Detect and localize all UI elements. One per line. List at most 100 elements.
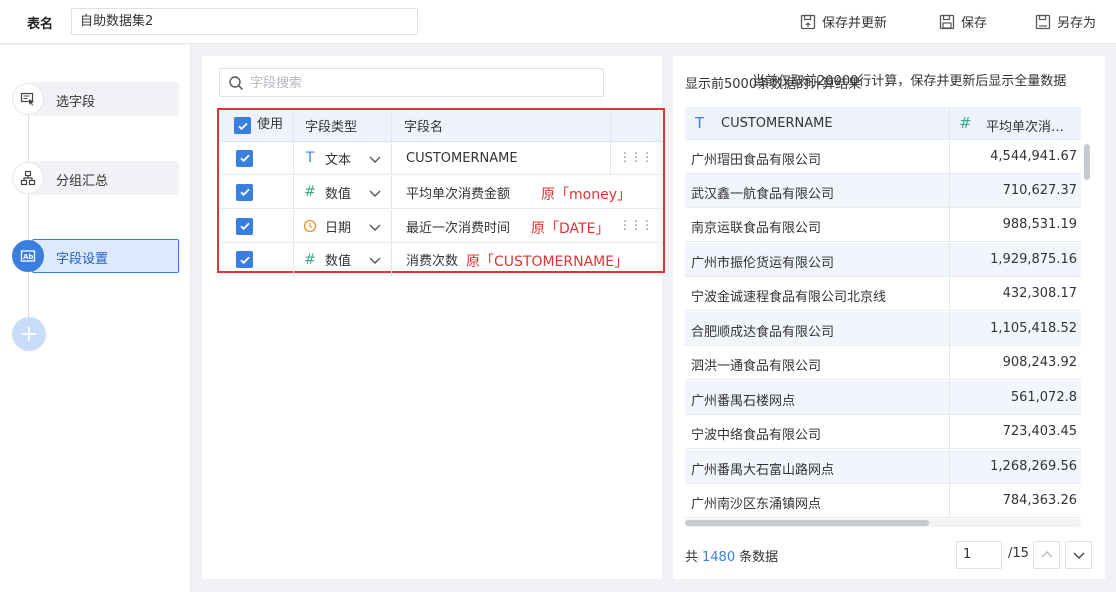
- field-row: # 数值 消费次数 原「CUSTOMERNAME」: [221, 243, 663, 276]
- field-row: 日期 最近一次消费时间 原「DATE」 ⋮⋮⋮: [221, 210, 663, 243]
- add-step-button[interactable]: +: [12, 317, 46, 351]
- preview-title: 显示前5000条数据的计算结果 当前仅取前20000行计算，保存并更新后显示全量…: [685, 70, 1095, 92]
- type-select[interactable]: # 数值: [303, 176, 351, 208]
- save-and-update-label: 保存并更新: [822, 16, 888, 31]
- table-row: 广州南沙区东涌镇网点 784,363.26: [685, 484, 1081, 518]
- type-label: 数值: [325, 254, 352, 269]
- check-icon: [239, 154, 250, 163]
- type-select[interactable]: # 数值: [303, 243, 351, 276]
- value-cell: 908,243.92: [1002, 355, 1077, 370]
- check-icon: [239, 188, 250, 197]
- customer-name-cell: 广州瑁田食品有限公司: [691, 153, 822, 168]
- step-field-settings[interactable]: Ab 字段设置: [12, 239, 179, 273]
- value-cell: 1,268,269.56: [990, 459, 1077, 474]
- type-select[interactable]: 日期: [303, 210, 351, 242]
- table-name-label: 表名: [27, 17, 54, 32]
- record-count-prefix: 共: [685, 550, 699, 565]
- select-field-icon: [12, 83, 44, 115]
- table-name-input[interactable]: 自助数据集2: [71, 8, 418, 35]
- field-name-input[interactable]: 平均单次消费金额: [406, 183, 510, 202]
- svg-text:Ab: Ab: [23, 253, 33, 261]
- field-table-header: 使用 字段类型 字段名: [221, 110, 663, 142]
- use-checkbox[interactable]: [236, 217, 253, 235]
- type-label: 文本: [325, 152, 352, 168]
- vertical-scrollbar[interactable]: [1084, 144, 1090, 180]
- customer-name-cell: 泗洪一通食品有限公司: [691, 359, 822, 374]
- field-name-input[interactable]: 最近一次消费时间: [406, 217, 510, 236]
- use-checkbox[interactable]: [236, 183, 253, 201]
- value-cell: 1,105,418.52: [990, 321, 1077, 336]
- top-header: 表名 自助数据集2 保存并更新 保存 另存为: [0, 0, 1116, 44]
- value-cell: 988,531.19: [1002, 217, 1077, 232]
- type-label: 数值: [325, 186, 352, 202]
- page-number-input[interactable]: 1: [956, 541, 1002, 569]
- save-button[interactable]: 保存: [939, 12, 987, 31]
- field-settings-panel: 使用 字段类型 字段名 T 文本 CUSTOMERNAME ⋮⋮⋮: [202, 56, 665, 579]
- step-select-field[interactable]: 选字段: [12, 82, 179, 116]
- name-column-header: 字段名: [404, 120, 444, 135]
- step-label: 字段设置: [56, 252, 109, 267]
- step-label: 分组汇总: [56, 174, 109, 189]
- original-name-note: 原「money」: [541, 187, 631, 203]
- step-connector-line: [28, 115, 29, 330]
- column-header-avg-spend[interactable]: 平均单次消…: [986, 116, 1064, 135]
- field-name-input[interactable]: CUSTOMERNAME: [406, 151, 518, 166]
- field-row: # 数值 平均单次消费金额 原「money」: [221, 176, 663, 209]
- table-row: 合肥顺成达食品有限公司 1,105,418.52: [685, 312, 1081, 346]
- chevron-down-icon[interactable]: [368, 186, 382, 200]
- chevron-down-icon[interactable]: [368, 220, 382, 234]
- table-row: 广州番禺石楼网点 561,072.8: [685, 381, 1081, 415]
- table-row: 泗洪一通食品有限公司 908,243.92: [685, 346, 1081, 380]
- customer-name-cell: 宁波中络食品有限公司: [691, 428, 822, 443]
- numeric-type-icon: #: [959, 114, 972, 132]
- customer-name-cell: 广州南沙区东涌镇网点: [691, 497, 822, 512]
- column-header-customername[interactable]: CUSTOMERNAME: [721, 116, 833, 131]
- customer-name-cell: 宁波金诚速程食品有限公司北京线: [691, 290, 887, 305]
- record-count: 共 1480 条数据: [685, 546, 778, 565]
- original-name-note: 原「DATE」: [531, 221, 610, 237]
- record-count-total: 1480: [702, 550, 736, 565]
- use-checkbox[interactable]: [236, 149, 253, 167]
- field-name-input[interactable]: 消费次数: [406, 250, 458, 269]
- drag-handle-icon[interactable]: ⋮⋮⋮: [619, 150, 653, 164]
- customer-name-cell: 南京运联食品有限公司: [691, 221, 822, 236]
- group-summary-icon: [12, 162, 44, 194]
- drag-handle-icon[interactable]: ⋮⋮⋮: [619, 218, 653, 232]
- next-page-button[interactable]: [1065, 541, 1092, 569]
- search-input[interactable]: [250, 73, 590, 93]
- table-row: 广州市振伦货运有限公司 1,929,875.16: [685, 243, 1081, 277]
- customer-name-cell: 广州市振伦货运有限公司: [691, 256, 835, 271]
- table-row: 宁波中络食品有限公司 723,403.45: [685, 415, 1081, 449]
- type-select[interactable]: T 文本: [303, 142, 351, 174]
- field-settings-icon: Ab: [12, 240, 44, 272]
- value-cell: 4,544,941.67: [990, 149, 1077, 164]
- value-cell: 723,403.45: [1002, 424, 1077, 439]
- value-cell: 710,627.37: [1002, 183, 1077, 198]
- save-update-icon: [800, 14, 816, 29]
- field-table: 使用 字段类型 字段名 T 文本 CUSTOMERNAME ⋮⋮⋮ # 数值 平…: [217, 108, 665, 276]
- step-sidebar: 选字段 分组汇总 Ab 字段设置 +: [0, 45, 191, 592]
- page-total: /15: [1008, 546, 1029, 561]
- chevron-down-icon[interactable]: [368, 253, 382, 267]
- field-search[interactable]: [219, 68, 604, 97]
- numeric-type-icon: #: [304, 184, 316, 200]
- check-icon: [239, 222, 250, 231]
- step-label: 选字段: [56, 95, 96, 110]
- save-as-label: 另存为: [1057, 16, 1097, 31]
- search-icon: [229, 76, 244, 91]
- save-and-update-button[interactable]: 保存并更新: [800, 12, 887, 31]
- chevron-down-icon[interactable]: [368, 152, 382, 166]
- text-type-icon: T: [305, 150, 315, 166]
- save-as-button[interactable]: 另存为: [1035, 12, 1096, 31]
- type-label: 日期: [325, 220, 352, 236]
- preview-title-b: 当前仅取前20000行计算，保存并更新后显示全量数据: [752, 74, 1067, 89]
- step-group-summary[interactable]: 分组汇总: [12, 161, 179, 195]
- check-icon: [237, 122, 248, 130]
- select-all-checkbox[interactable]: [234, 117, 251, 134]
- horizontal-scrollbar[interactable]: [685, 520, 929, 526]
- check-icon: [239, 256, 250, 264]
- use-column-header: 使用: [257, 117, 284, 132]
- table-row: 宁波金诚速程食品有限公司北京线 432,308.17: [685, 277, 1081, 311]
- prev-page-button[interactable]: [1033, 541, 1060, 569]
- use-checkbox[interactable]: [236, 251, 253, 268]
